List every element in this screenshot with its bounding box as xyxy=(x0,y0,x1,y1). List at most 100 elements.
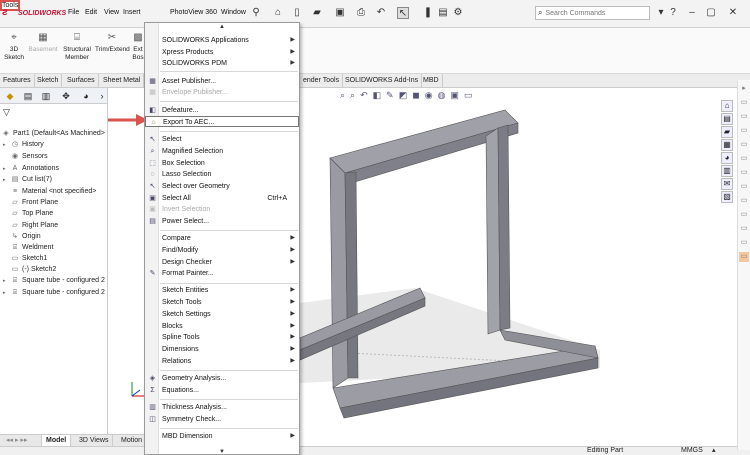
right-tool-8-icon[interactable]: ▭ xyxy=(739,182,749,192)
right-tool-5-icon[interactable]: ▭ xyxy=(739,140,749,150)
menu-item-asset-publisher[interactable]: ▦ Asset Publisher... xyxy=(145,76,299,87)
right-tool-7-icon[interactable]: ▭ xyxy=(739,168,749,178)
filter-icon[interactable]: ▽ xyxy=(3,107,10,118)
view-settings-icon[interactable]: ▭ xyxy=(464,90,473,102)
dimxpert-tab-icon[interactable]: ✥ xyxy=(60,90,72,102)
menu-window[interactable]: Window xyxy=(221,9,246,16)
cmd-3d-sketch[interactable]: ⌖ 3D Sketch xyxy=(4,32,24,62)
menu-scroll-down-icon[interactable]: ▼ xyxy=(145,448,299,455)
tree-item-history[interactable]: ▸ ◷ History xyxy=(3,140,44,150)
menu-insert[interactable]: Insert xyxy=(123,9,141,16)
tab-surfaces[interactable]: Surfaces xyxy=(64,74,99,88)
cmd-trim-extend[interactable]: ✂ Trim/Extend xyxy=(95,32,130,54)
tab-features[interactable]: Features xyxy=(0,74,35,88)
tab-mbd[interactable]: MBD xyxy=(420,74,443,88)
right-tool-13-icon[interactable]: ▭ xyxy=(739,252,749,262)
menu-item-geometry-analysis[interactable]: ◈ Geometry Analysis... xyxy=(145,373,299,384)
menu-item-sketch-settings[interactable]: Sketch Settings ▶ xyxy=(145,309,299,320)
undo-icon[interactable]: ↶ xyxy=(375,7,387,19)
previous-view-icon[interactable]: ↶ xyxy=(360,90,368,102)
apply-scene-icon[interactable]: ▣ xyxy=(450,90,459,102)
save-icon[interactable]: ▣ xyxy=(334,7,346,19)
tree-item-material[interactable]: ≡ Material <not specified> xyxy=(3,187,96,197)
view-palette-icon[interactable]: ▦ xyxy=(721,139,733,151)
menu-item-magnified-selection[interactable]: ⌕ Magnified Selection xyxy=(145,146,299,157)
tree-item-top-plane[interactable]: ▱ Top Plane xyxy=(3,209,53,219)
forum-icon[interactable]: ✉ xyxy=(721,178,733,190)
open-folder-icon[interactable]: ▰ xyxy=(311,7,323,19)
configuration-manager-tab-icon[interactable]: ▥ xyxy=(40,90,52,102)
close-icon[interactable]: ✕ xyxy=(727,7,739,19)
tree-item-cut-list[interactable]: ▸ ▤ Cut list(7) xyxy=(3,175,52,185)
tree-item-part[interactable]: ◈ Part1 (Default<As Machined> xyxy=(2,129,105,139)
right-tool-2-icon[interactable]: ▭ xyxy=(739,98,749,108)
file-explorer-icon[interactable]: ▰ xyxy=(721,126,733,138)
menu-file[interactable]: File xyxy=(68,9,79,16)
restore-icon[interactable]: ▢ xyxy=(705,7,717,19)
traffic-light-icon[interactable]: ❚ xyxy=(422,7,434,19)
menu-item-select[interactable]: ↖ Select xyxy=(145,134,299,145)
tree-item-sensors[interactable]: ◉ Sensors xyxy=(3,152,48,162)
tree-item-annotations[interactable]: ▸ A Annotations xyxy=(3,164,59,174)
design-library-icon[interactable]: ▤ xyxy=(721,113,733,125)
menu-item-box-selection[interactable]: ⬚ Box Selection xyxy=(145,158,299,169)
tree-item-right-plane[interactable]: ▱ Right Plane xyxy=(3,221,58,231)
menu-edit[interactable]: Edit xyxy=(85,9,97,16)
search-commands[interactable]: ⌕ xyxy=(535,6,650,20)
search-dropdown-icon[interactable]: ▾ xyxy=(655,7,667,19)
cmd-extruded-boss[interactable]: ▩ Ext Bos xyxy=(132,32,144,62)
file-properties-icon[interactable]: ▤ xyxy=(437,7,449,19)
zoom-to-area-icon[interactable]: ⌕ xyxy=(350,90,355,102)
cmd-structural-member[interactable]: ⌸ Structural Member xyxy=(62,32,92,62)
menu-photoview[interactable]: PhotoView 360 xyxy=(170,9,217,16)
expand-arrow-icon[interactable]: ▸ xyxy=(3,276,8,286)
tree-item-sketch1[interactable]: ▭ Sketch1 xyxy=(3,254,48,264)
display-style-icon[interactable]: ◼ xyxy=(412,90,419,102)
tab-sketch[interactable]: Sketch xyxy=(34,74,63,88)
display-manager-tab-icon[interactable]: ◕ xyxy=(80,90,92,102)
right-tool-10-icon[interactable]: ▭ xyxy=(739,210,749,220)
select-pointer-icon[interactable]: ↖ xyxy=(397,7,409,19)
new-document-icon[interactable]: ▯ xyxy=(291,7,303,19)
dynamic-annotation-icon[interactable]: ✎ xyxy=(386,90,394,102)
search-input[interactable] xyxy=(545,9,641,17)
property-manager-tab-icon[interactable]: ▤ xyxy=(22,90,34,102)
panel-expand-arrow-icon[interactable]: › xyxy=(96,90,108,102)
right-tool-4-icon[interactable]: ▭ xyxy=(739,126,749,136)
tree-item-front-plane[interactable]: ▱ Front Plane xyxy=(3,198,58,208)
tree-item-sketch2[interactable]: ▭ (-) Sketch2 xyxy=(3,265,57,275)
expand-arrow-icon[interactable]: ▸ xyxy=(3,288,8,298)
tab-sheet-metal[interactable]: Sheet Metal xyxy=(100,74,145,88)
right-tool-6-icon[interactable]: ▭ xyxy=(739,154,749,164)
menu-item-design-checker[interactable]: Design Checker ▶ xyxy=(145,257,299,268)
solidworks-resources-icon[interactable]: ⌂ xyxy=(721,100,733,112)
menu-item-solidworks-pdm[interactable]: SOLIDWORKS PDM ▶ xyxy=(145,58,299,69)
pin-icon[interactable]: ⚲ xyxy=(250,7,262,19)
menu-item-select-all[interactable]: ▣ Select All Ctrl+A xyxy=(145,193,299,204)
menu-item-sketch-entities[interactable]: Sketch Entities ▶ xyxy=(145,285,299,296)
menu-item-equations[interactable]: Σ Equations... xyxy=(145,385,299,396)
app-logo[interactable]: ƨ SOLIDWORKS xyxy=(2,6,66,20)
right-tool-11-icon[interactable]: ▭ xyxy=(739,224,749,234)
tab-render-tools[interactable]: ender Tools xyxy=(300,74,344,88)
menu-item-compare[interactable]: Compare ▶ xyxy=(145,233,299,244)
expand-arrow-icon[interactable]: ▸ xyxy=(3,164,8,174)
menu-item-xpress-products[interactable]: Xpress Products ▶ xyxy=(145,47,299,58)
tree-item-origin[interactable]: ↳ Origin xyxy=(3,232,41,242)
menu-scroll-up-icon[interactable]: ▲ xyxy=(145,23,299,31)
menu-item-blocks[interactable]: Blocks ▶ xyxy=(145,321,299,332)
tree-item-square-tube-2[interactable]: ▸ ⌸ Square tube - configured 2 xyxy=(3,288,105,298)
status-units[interactable]: MMGS xyxy=(681,447,703,454)
menu-item-select-over-geometry[interactable]: ↖ Select over Geometry xyxy=(145,181,299,192)
feature-manager-tab-icon[interactable]: ◆ xyxy=(4,90,16,102)
menu-item-sketch-tools[interactable]: Sketch Tools ▶ xyxy=(145,297,299,308)
print-icon[interactable]: ⎙ xyxy=(355,7,367,19)
menu-item-symmetry-check[interactable]: ◫ Symmetry Check... xyxy=(145,414,299,425)
right-tool-9-icon[interactable]: ▭ xyxy=(739,196,749,206)
menu-item-spline-tools[interactable]: Spline Tools ▶ xyxy=(145,332,299,343)
view-orientation-icon[interactable]: ◩ xyxy=(399,90,408,102)
tab-solidworks-addins[interactable]: SOLIDWORKS Add-Ins xyxy=(342,74,423,88)
menu-item-dimensions[interactable]: Dimensions ▶ xyxy=(145,344,299,355)
task-pane-extra-icon[interactable]: ▧ xyxy=(721,191,733,203)
menu-item-find-modify[interactable]: Find/Modify ▶ xyxy=(145,245,299,256)
